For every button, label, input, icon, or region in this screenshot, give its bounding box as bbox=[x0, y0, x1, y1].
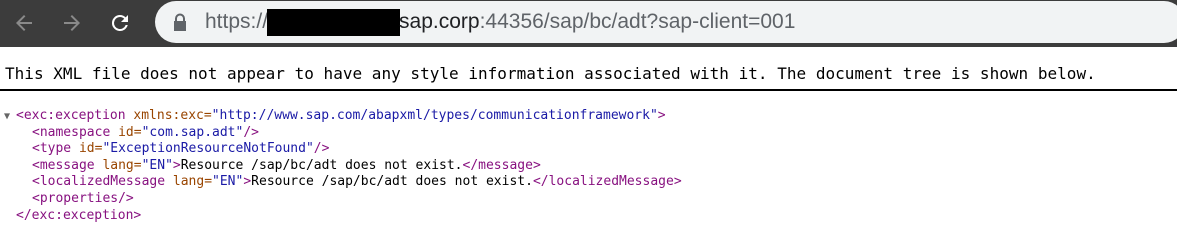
localized-message-attr-value: "EN" bbox=[212, 174, 244, 190]
arrow-left-icon bbox=[16, 15, 32, 31]
root-attr-value: "http://www.sap.com/abapxml/types/commun… bbox=[211, 108, 658, 123]
xml-message-line: <message lang="EN">Resource /sap/bc/adt … bbox=[4, 158, 682, 175]
message-open-tag-end: > bbox=[172, 157, 181, 173]
xml-style-info-message: This XML file does not appear to have an… bbox=[5, 64, 1096, 83]
type-tag-end: /> bbox=[313, 141, 330, 157]
localized-message-text: Resource /sap/bc/adt does not exist. bbox=[251, 174, 533, 190]
root-open-tag-end: > bbox=[657, 108, 666, 123]
type-attr-name: id= bbox=[71, 141, 103, 157]
browser-toolbar: https:// sap.corp :44356/sap/bc/adt?sap-… bbox=[0, 0, 1177, 47]
xml-namespace-line: <namespace id="com.sap.adt"/> bbox=[4, 125, 682, 142]
root-close-tag: </exc:exception> bbox=[16, 207, 142, 223]
url-scheme: https:// bbox=[205, 10, 269, 33]
localized-message-open-tag-end: > bbox=[243, 174, 252, 190]
xml-properties-line: <properties/> bbox=[4, 191, 682, 208]
namespace-attr-name: id= bbox=[110, 124, 142, 140]
xml-type-line: <type id="ExceptionResourceNotFound"/> bbox=[4, 141, 682, 158]
localized-message-close-tag: </localizedMessage> bbox=[532, 174, 682, 190]
collapse-toggle-icon[interactable]: ▼ bbox=[4, 109, 16, 126]
forward-button[interactable] bbox=[53, 4, 91, 42]
message-open-tag: <message bbox=[32, 157, 95, 173]
lock-icon[interactable] bbox=[172, 13, 188, 31]
message-close-tag: </message> bbox=[462, 157, 541, 173]
reload-icon bbox=[111, 14, 128, 31]
message-attr-name: lang= bbox=[94, 157, 142, 173]
url-text[interactable]: https:// sap.corp :44356/sap/bc/adt?sap-… bbox=[205, 1, 795, 43]
namespace-tag: <namespace bbox=[32, 124, 111, 140]
xml-localized-message-line: <localizedMessage lang="EN">Resource /sa… bbox=[4, 174, 682, 191]
xml-root-close-line: </exc:exception> bbox=[4, 208, 682, 225]
root-open-tag: <exc:exception bbox=[16, 108, 126, 123]
namespace-attr-value: "com.sap.adt" bbox=[141, 124, 244, 140]
xml-root-open-line: ▼ <exc:exception xmlns:exc="http://www.sa… bbox=[4, 108, 682, 125]
root-attr-name: xmlns:exc= bbox=[125, 108, 212, 123]
properties-tag: <properties/> bbox=[32, 190, 134, 206]
redacted-hostname bbox=[267, 8, 401, 36]
address-bar[interactable]: https:// sap.corp :44356/sap/bc/adt?sap-… bbox=[155, 1, 1177, 43]
type-tag: <type bbox=[32, 141, 72, 157]
xml-tree: ▼ <exc:exception xmlns:exc="http://www.sa… bbox=[4, 108, 682, 224]
namespace-tag-end: /> bbox=[243, 124, 259, 140]
url-host: sap.corp bbox=[399, 10, 480, 33]
message-attr-value: "EN" bbox=[141, 157, 173, 173]
divider bbox=[0, 89, 1177, 91]
url-path: :44356/sap/bc/adt?sap-client=001 bbox=[479, 10, 796, 33]
localized-message-open-tag: <localizedMessage bbox=[32, 174, 166, 190]
arrow-right-icon bbox=[64, 15, 80, 31]
reload-button[interactable] bbox=[101, 4, 139, 42]
type-attr-value: "ExceptionResourceNotFound" bbox=[102, 141, 314, 157]
message-text: Resource /sap/bc/adt does not exist. bbox=[180, 157, 463, 173]
localized-message-attr-name: lang= bbox=[165, 174, 213, 190]
back-button[interactable] bbox=[5, 4, 43, 42]
